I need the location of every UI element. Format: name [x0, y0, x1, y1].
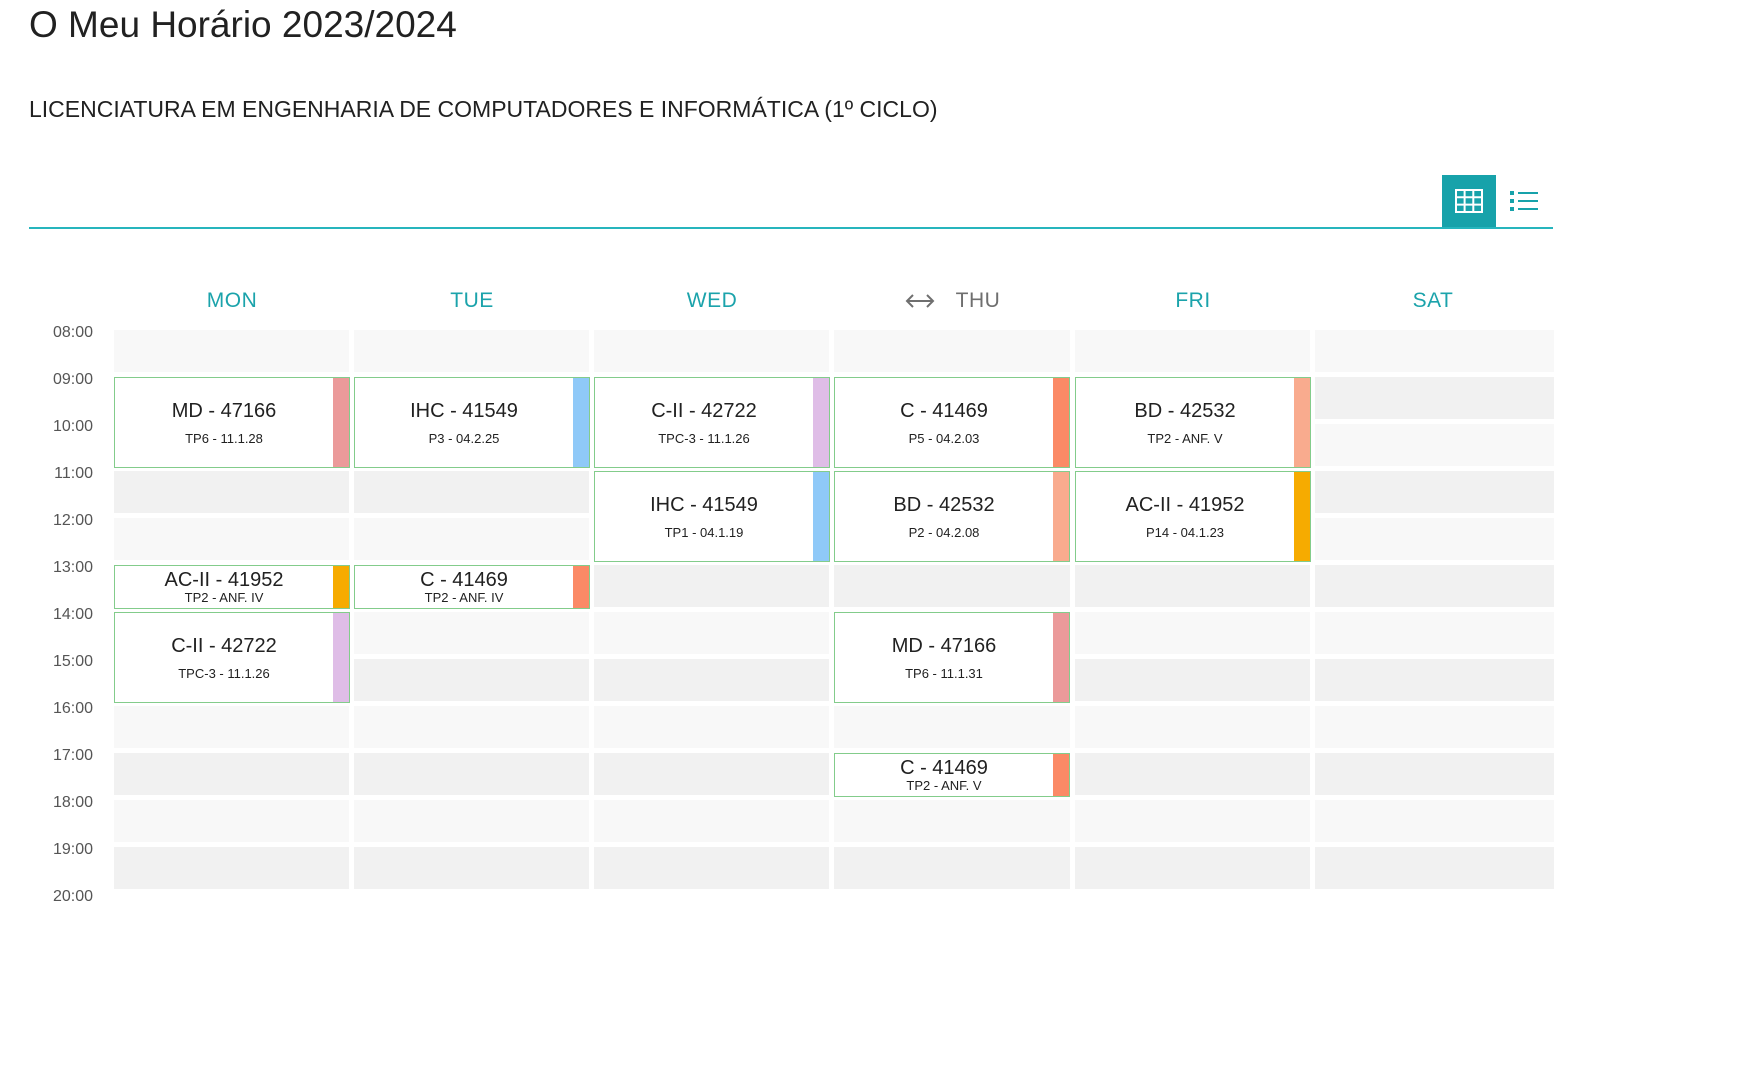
class-title: AC-II - 41952	[164, 568, 284, 591]
time-label: 15:00	[52, 653, 93, 670]
class-title: BD - 42532	[1134, 400, 1236, 422]
time-label: 19:00	[52, 841, 93, 858]
class-block[interactable]: C - 41469 P5 - 04.2.03	[834, 377, 1070, 468]
grid-band	[114, 706, 1554, 748]
class-block[interactable]: C-II - 42722 TPC-3 - 11.1.26	[114, 612, 350, 703]
class-room: TP1 - 04.1.19	[664, 525, 744, 540]
list-view-button[interactable]	[1497, 175, 1551, 227]
class-title: C-II - 42722	[171, 635, 277, 657]
toolbar-divider	[29, 227, 1553, 229]
grid-icon	[1455, 189, 1483, 213]
class-room: P5 - 04.2.03	[908, 431, 980, 446]
course-color-strip	[333, 613, 349, 702]
grid-band	[114, 800, 1554, 842]
course-color-strip	[1053, 754, 1069, 796]
grid-band	[114, 847, 1554, 889]
class-room: TP2 - ANF. V	[906, 777, 982, 793]
class-room: TP2 - ANF. IV	[424, 589, 504, 605]
class-room: TP2 - ANF. IV	[184, 589, 264, 605]
class-title: C - 41469	[900, 756, 988, 779]
class-title: C - 41469	[420, 568, 508, 591]
course-color-strip	[333, 566, 349, 608]
swap-arrows-icon[interactable]	[904, 293, 936, 309]
list-icon	[1510, 191, 1538, 211]
class-block[interactable]: MD - 47166 TP6 - 11.1.31	[834, 612, 1070, 703]
class-title: BD - 42532	[893, 494, 995, 516]
class-block[interactable]: BD - 42532 P2 - 04.2.08	[834, 471, 1070, 562]
time-label: 16:00	[52, 700, 93, 717]
class-block[interactable]: C - 41469 TP2 - ANF. V	[834, 753, 1070, 797]
day-header-fri: FRI	[1175, 289, 1211, 312]
time-label: 10:00	[52, 418, 93, 435]
class-title: IHC - 41549	[410, 400, 518, 422]
course-color-strip	[1294, 378, 1310, 467]
time-label: 17:00	[52, 747, 93, 764]
day-header-wed: WED	[686, 289, 738, 312]
class-room: TPC-3 - 11.1.26	[178, 666, 270, 681]
course-color-strip	[573, 566, 589, 608]
course-color-strip	[333, 378, 349, 467]
class-room: TP2 - ANF. V	[1147, 431, 1223, 446]
day-header-thu[interactable]: THU	[834, 286, 1070, 316]
class-title: IHC - 41549	[650, 494, 758, 516]
program-title: LICENCIATURA EM ENGENHARIA DE COMPUTADOR…	[29, 96, 938, 122]
class-block[interactable]: BD - 42532 TP2 - ANF. V	[1075, 377, 1311, 468]
course-color-strip	[573, 378, 589, 467]
class-room: P2 - 04.2.08	[908, 525, 980, 540]
class-block[interactable]: AC-II - 41952 TP2 - ANF. IV	[114, 565, 350, 609]
course-color-strip	[1053, 613, 1069, 702]
class-block[interactable]: AC-II - 41952 P14 - 04.1.23	[1075, 471, 1311, 562]
class-title: C - 41469	[900, 400, 988, 422]
class-title: MD - 47166	[171, 400, 277, 422]
class-room: TP6 - 11.1.31	[905, 666, 983, 681]
time-label: 14:00	[52, 606, 93, 623]
class-room: P3 - 04.2.25	[428, 431, 500, 446]
time-label: 08:00	[52, 324, 93, 341]
course-color-strip	[813, 472, 829, 561]
course-color-strip	[813, 378, 829, 467]
time-label: 13:00	[52, 559, 93, 576]
course-color-strip	[1053, 378, 1069, 467]
time-label: 11:00	[54, 465, 93, 482]
grid-band	[114, 330, 1554, 372]
time-label: 20:00	[52, 888, 93, 905]
class-room: TPC-3 - 11.1.26	[658, 431, 750, 446]
class-title: AC-II - 41952	[1125, 494, 1245, 516]
class-title: MD - 47166	[891, 635, 997, 657]
class-block[interactable]: IHC - 41549 P3 - 04.2.25	[354, 377, 590, 468]
course-color-strip	[1294, 472, 1310, 561]
day-header-mon: MON	[206, 289, 258, 312]
class-room: TP6 - 11.1.28	[185, 431, 263, 446]
time-label: 18:00	[52, 794, 93, 811]
class-block[interactable]: C-II - 42722 TPC-3 - 11.1.26	[594, 377, 830, 468]
class-title: C-II - 42722	[651, 400, 757, 422]
course-color-strip	[1053, 472, 1069, 561]
day-header-tue: TUE	[450, 289, 494, 312]
class-room: P14 - 04.1.23	[1145, 525, 1225, 540]
day-header-sat: SAT	[1412, 289, 1454, 312]
class-block[interactable]: MD - 47166 TP6 - 11.1.28	[114, 377, 350, 468]
time-label: 12:00	[52, 512, 93, 529]
grid-view-button[interactable]	[1442, 175, 1496, 227]
class-block[interactable]: C - 41469 TP2 - ANF. IV	[354, 565, 590, 609]
page-title: O Meu Horário 2023/2024	[29, 4, 457, 45]
time-label: 09:00	[52, 371, 93, 388]
class-block[interactable]: IHC - 41549 TP1 - 04.1.19	[594, 471, 830, 562]
